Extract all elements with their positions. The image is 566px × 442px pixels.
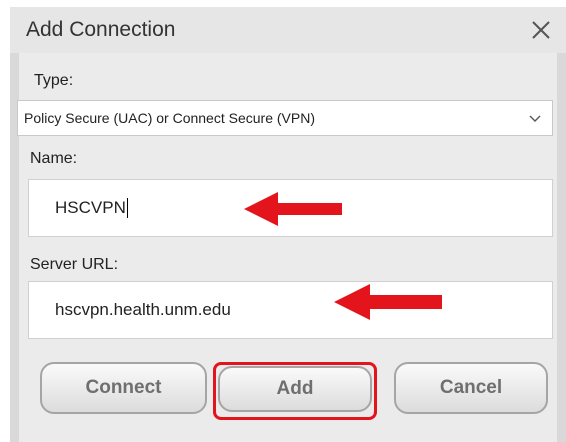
connect-button[interactable]: Connect — [40, 362, 207, 414]
type-selected-value: Policy Secure (UAC) or Connect Secure (V… — [24, 110, 315, 126]
dialog-titlebar: Add Connection — [10, 7, 566, 53]
close-icon — [532, 21, 550, 39]
server-url-input[interactable]: hscvpn.health.unm.edu — [28, 281, 553, 339]
name-label: Name: — [30, 150, 78, 167]
name-value: HSCVPN — [55, 198, 126, 217]
chevron-down-icon — [529, 115, 541, 122]
close-button[interactable] — [524, 13, 558, 47]
type-select[interactable]: Policy Secure (UAC) or Connect Secure (V… — [17, 100, 553, 136]
cancel-button[interactable]: Cancel — [394, 362, 548, 414]
text-caret — [126, 198, 128, 218]
type-label: Type: — [34, 72, 74, 89]
server-url-value: hscvpn.health.unm.edu — [55, 300, 231, 319]
add-button[interactable]: Add — [218, 366, 372, 412]
arrow-annotation-server-url — [334, 284, 442, 320]
arrow-annotation-name — [244, 192, 342, 226]
dialog-title: Add Connection — [26, 18, 176, 41]
server-url-label: Server URL: — [30, 256, 119, 273]
